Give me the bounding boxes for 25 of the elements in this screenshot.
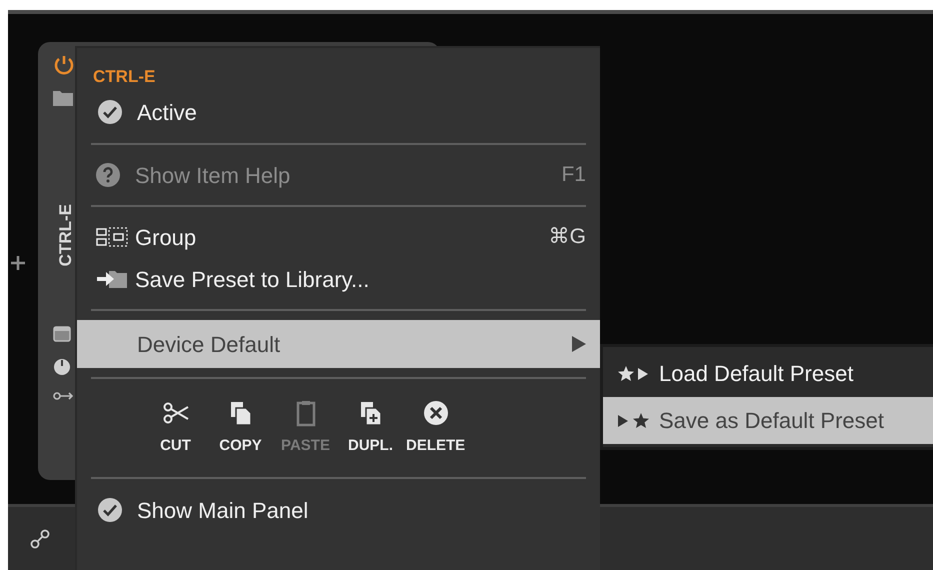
power-icon[interactable] [53, 54, 75, 76]
submenu-item[interactable]: Save as Default Preset [603, 397, 933, 444]
submenu-item[interactable]: Device Default [77, 320, 600, 368]
question-circle-icon [95, 162, 121, 188]
edit-action-button[interactable]: DUPL. [339, 398, 402, 458]
shortcut-label: F1 [561, 162, 586, 188]
arrow-star-icon [617, 412, 651, 430]
device-name: CTRL-E [55, 204, 76, 266]
shortcut-label: ⌘G [548, 224, 586, 250]
submenu-arrow-icon [572, 336, 586, 352]
folder-icon[interactable] [53, 90, 73, 106]
menu-item[interactable]: Active [77, 90, 600, 134]
window-icon[interactable] [53, 326, 71, 342]
menu-item[interactable]: Group ⌘G [77, 216, 600, 258]
edit-action-button[interactable]: DELETE [404, 398, 468, 458]
submenu-item[interactable]: Load Default Preset [603, 350, 933, 397]
edit-action-button[interactable]: CUT [144, 398, 207, 458]
menu-item[interactable]: Save Preset to Library... [77, 258, 600, 300]
menu-header: CTRL-E [92, 66, 156, 88]
close-circle-icon [422, 398, 450, 427]
plus-icon[interactable] [11, 256, 25, 270]
knob-icon[interactable] [53, 358, 71, 376]
menu-item[interactable]: Show Main Panel [77, 488, 600, 532]
edit-action-button[interactable]: COPY [209, 398, 272, 458]
link-icon[interactable] [30, 528, 50, 548]
